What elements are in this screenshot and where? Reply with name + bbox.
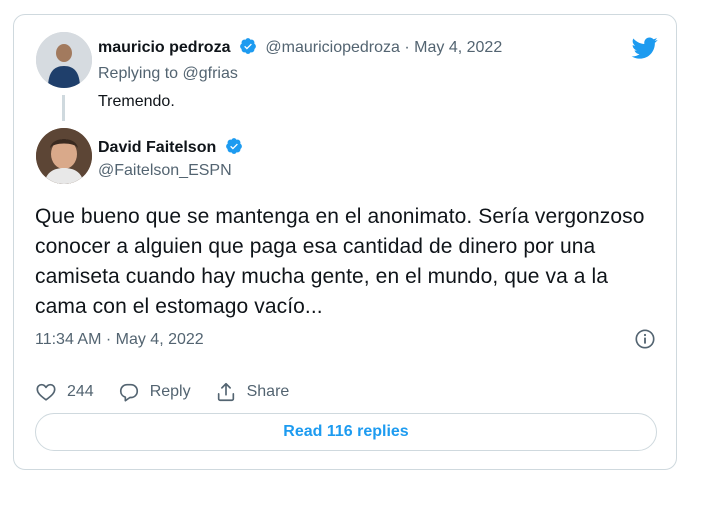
share-label: Share (246, 383, 290, 400)
avatar-mauricio-pedroza[interactable] (36, 32, 92, 88)
read-replies-button[interactable]: Read 116 replies (35, 413, 657, 451)
verified-badge-icon (240, 38, 256, 54)
avatar-david-faitelson[interactable] (36, 128, 92, 184)
tweet-actions: 244 Reply Share (35, 380, 313, 404)
twitter-bird-icon[interactable] (630, 35, 660, 61)
quoted-tweet-text: Que bueno que se mantenga en el anonimat… (35, 205, 645, 318)
reply-bubble-icon (119, 383, 138, 402)
reply-author-handle[interactable]: @mauriciopedroza (265, 39, 400, 56)
reply-button[interactable]: Reply (118, 381, 191, 403)
quoted-tweet-header: David Faitelson (98, 137, 247, 157)
quoted-author-handle[interactable]: @Faitelson_ESPN (98, 162, 232, 180)
like-button[interactable]: 244 (35, 381, 94, 403)
verified-badge-icon (225, 138, 242, 154)
embedded-tweet-card: mauricio pedroza @mauriciopedroza · May … (13, 14, 677, 470)
reply-author-name[interactable]: mauricio pedroza (98, 39, 230, 56)
info-icon[interactable] (634, 328, 656, 350)
replying-to-handle[interactable]: @gfrias (183, 65, 238, 82)
reply-text: Tremendo. (98, 93, 175, 110)
replying-prefix: Replying to (98, 65, 183, 82)
tweet-timestamp[interactable]: 11:34 AM · May 4, 2022 (35, 331, 204, 349)
reply-date[interactable]: May 4, 2022 (414, 39, 502, 56)
reply-tweet-header: mauricio pedroza @mauriciopedroza · May … (98, 37, 502, 57)
share-icon (217, 382, 234, 402)
replying-to-line: Replying to @gfrias (98, 65, 238, 83)
header-separator: · (404, 39, 410, 56)
like-count: 244 (67, 383, 94, 400)
thread-connector (62, 95, 65, 121)
reply-label: Reply (149, 383, 191, 400)
heart-icon (36, 383, 56, 401)
quoted-author-name[interactable]: David Faitelson (98, 139, 216, 156)
share-button[interactable]: Share (215, 381, 290, 403)
